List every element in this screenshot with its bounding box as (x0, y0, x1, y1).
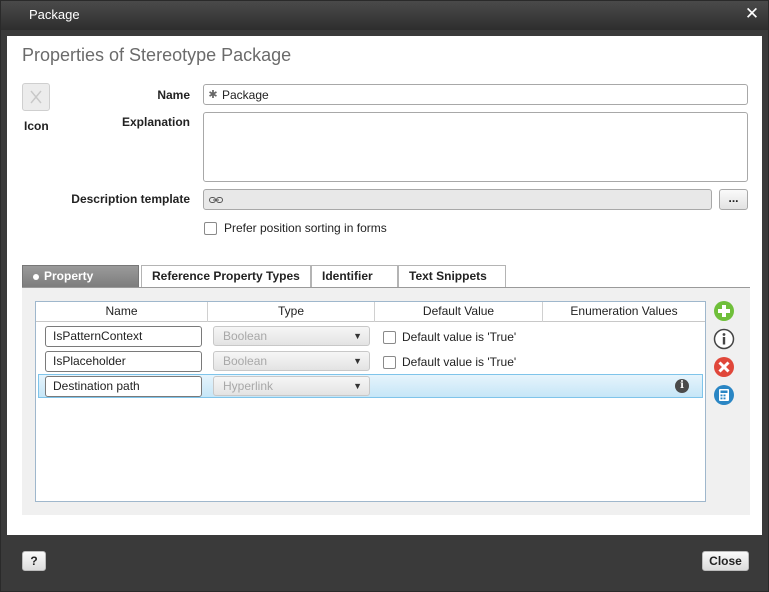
description-template-field[interactable] (203, 189, 712, 210)
browse-template-button[interactable]: ... (719, 189, 748, 210)
default-value-label: Default value is 'True' (402, 355, 517, 369)
explanation-field[interactable] (203, 112, 748, 182)
name-input[interactable] (222, 87, 747, 102)
tab-label: Reference Property Types (152, 269, 300, 283)
add-icon[interactable] (713, 300, 735, 322)
property-type-value: Hyperlink (223, 379, 274, 393)
info-icon[interactable] (713, 328, 735, 350)
column-header-type[interactable]: Type (208, 302, 375, 322)
property-name-input[interactable]: Destination path (45, 376, 202, 397)
property-type-value: Boolean (223, 329, 268, 343)
grid-header: Name Type Default Value Enumeration Valu… (36, 302, 705, 322)
dropdown-arrow-icon: ▼ (353, 356, 362, 366)
prefer-sorting-option[interactable]: Prefer position sorting in forms (204, 221, 387, 235)
calculator-icon[interactable] (713, 384, 735, 406)
title-bar: Package ✕ (1, 1, 768, 30)
default-value-checkbox[interactable] (383, 355, 396, 369)
column-header-name[interactable]: Name (36, 302, 208, 322)
column-header-enumeration-values[interactable]: Enumeration Values (543, 302, 705, 322)
close-button[interactable]: Close (702, 551, 749, 571)
active-tab-dot-icon (33, 273, 39, 280)
property-type-select[interactable]: Hyperlink ▼ (213, 376, 370, 396)
delete-icon[interactable] (713, 356, 735, 378)
page-title: Properties of Stereotype Package (22, 45, 292, 65)
description-template-label: Description template (71, 192, 190, 206)
prefer-sorting-label: Prefer position sorting in forms (224, 221, 387, 235)
dropdown-arrow-icon: ▼ (353, 381, 362, 391)
tab-identifier[interactable]: Identifier (311, 265, 398, 287)
tab-reference-property-types[interactable]: Reference Property Types (141, 265, 311, 287)
property-name-input[interactable]: IsPlaceholder (45, 351, 202, 372)
dialog-window: Package ✕ Properties of Stereotype Packa… (0, 0, 769, 592)
tab-property-types[interactable]: Property Types (22, 265, 139, 303)
table-row[interactable]: IsPlaceholder Boolean ▼ Default value is… (38, 349, 703, 373)
window-title: Package (29, 7, 80, 22)
explanation-textarea[interactable] (204, 113, 747, 181)
window-close-icon[interactable]: ✕ (742, 4, 762, 24)
link-icon (209, 196, 223, 203)
property-types-panel: Name Type Default Value Enumeration Valu… (22, 287, 750, 515)
table-row[interactable]: IsPatternContext Boolean ▼ Default value… (38, 324, 703, 348)
default-value-checkbox[interactable] (383, 330, 396, 344)
default-value-label: Default value is 'True' (402, 330, 517, 344)
dialog-footer: ? Close (2, 541, 769, 585)
tab-label: Text Snippets (409, 269, 487, 283)
property-type-select[interactable]: Boolean ▼ (213, 351, 370, 371)
required-marker-icon: ✱ (208, 89, 218, 101)
default-value-option[interactable]: Default value is 'True' (383, 330, 516, 344)
property-type-select[interactable]: Boolean ▼ (213, 326, 370, 346)
explanation-label: Explanation (121, 115, 190, 129)
property-name-input[interactable]: IsPatternContext (45, 326, 202, 347)
name-field[interactable]: ✱ (203, 84, 748, 105)
property-types-grid: Name Type Default Value Enumeration Valu… (35, 301, 706, 502)
dropdown-arrow-icon: ▼ (353, 331, 362, 341)
help-button[interactable]: ? (22, 551, 46, 571)
name-label: Name (157, 88, 190, 102)
table-row-selected[interactable]: Destination path Hyperlink ▼ i (38, 374, 703, 398)
enumeration-info-icon[interactable]: i (675, 379, 689, 393)
tab-text-snippets[interactable]: Text Snippets (398, 265, 506, 287)
column-header-default-value[interactable]: Default Value (375, 302, 543, 322)
default-value-option[interactable]: Default value is 'True' (383, 355, 516, 369)
dialog-content: Properties of Stereotype Package Icon Na… (7, 36, 762, 535)
property-type-value: Boolean (223, 354, 268, 368)
tab-label: Identifier (322, 269, 373, 283)
tab-strip: Property Types Reference Property Types … (22, 265, 756, 303)
prefer-sorting-checkbox[interactable] (204, 221, 217, 235)
